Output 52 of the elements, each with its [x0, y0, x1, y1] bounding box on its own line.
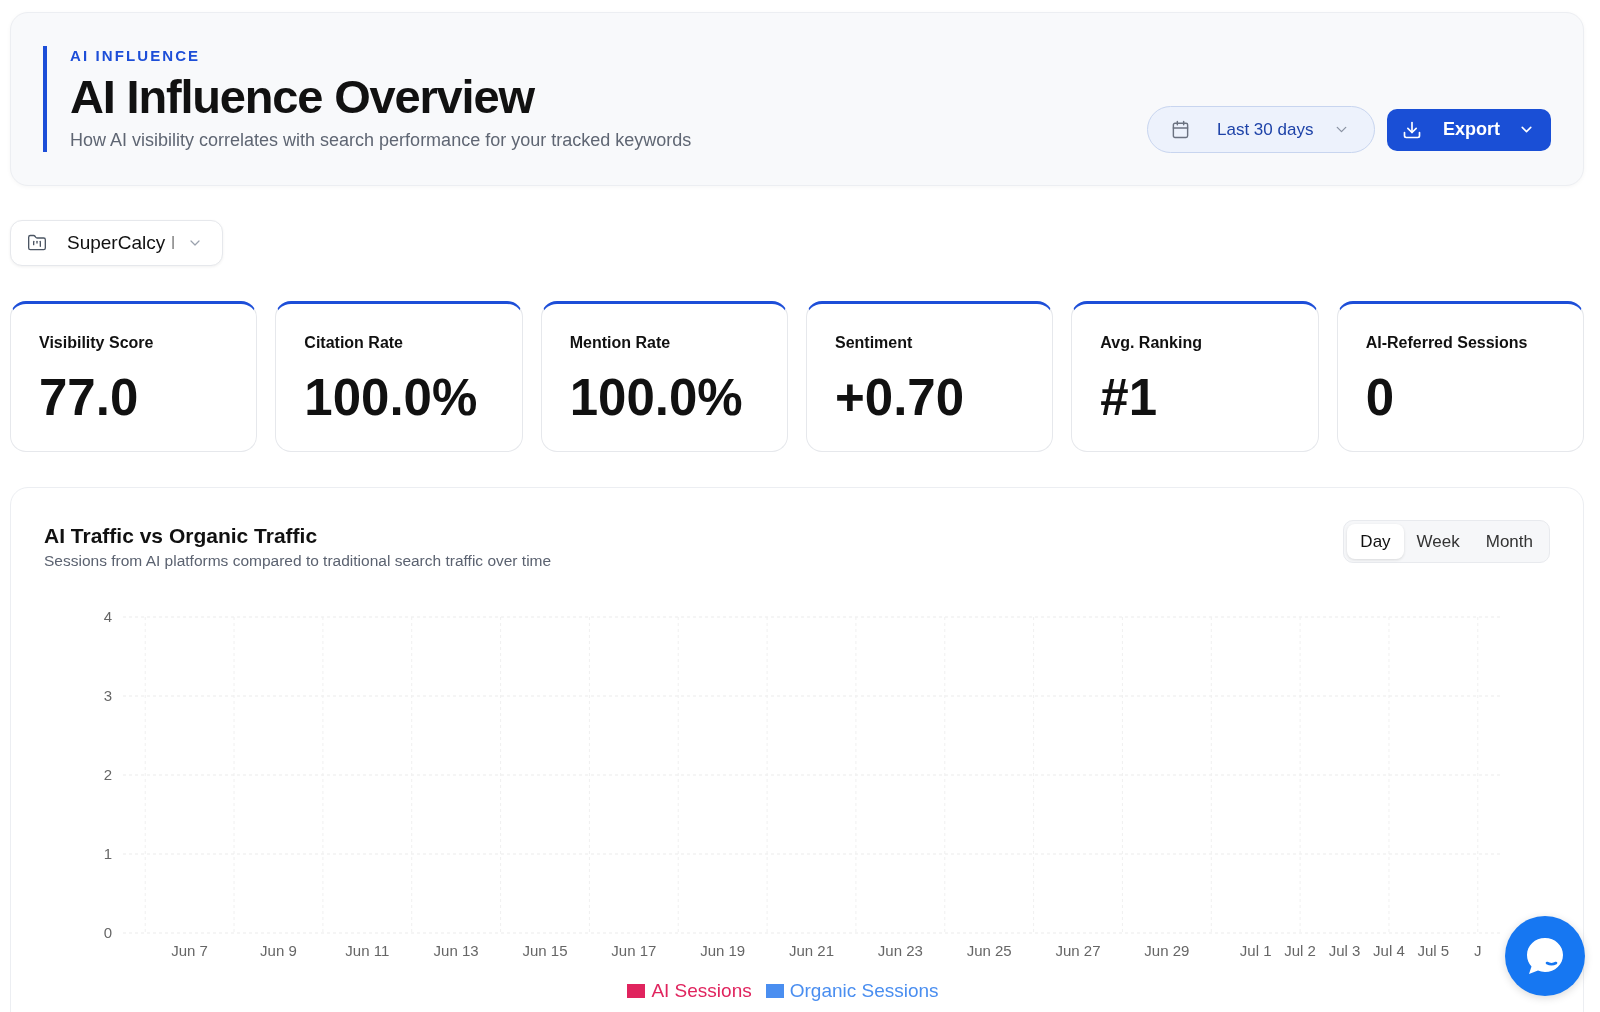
page-subtitle: How AI visibility correlates with search performance for your tracked keywords	[70, 129, 692, 152]
axis-label: 4	[103, 608, 112, 625]
axis-label: Jun 21	[789, 942, 834, 959]
metric-value: 77.0	[39, 374, 140, 422]
axis-label: Jun 15	[522, 942, 568, 959]
metric-label: Avg. Ranking	[1100, 333, 1203, 353]
axis-label: Jun 29	[1144, 942, 1190, 959]
axis-label: Jun 23	[877, 942, 923, 959]
axis-label: Jul 1	[1239, 942, 1272, 959]
axis-label: 2	[103, 766, 112, 783]
axis-label: J	[1474, 942, 1482, 959]
axis-label: Jun 17	[611, 942, 657, 959]
folder-icon	[27, 233, 47, 253]
axis-label: Jun 27	[1055, 942, 1101, 959]
axis-label: Jun 11	[345, 942, 390, 959]
granularity-tab[interactable]: Day	[1347, 524, 1404, 559]
metric-value: +0.70	[835, 374, 966, 422]
axis-label: 0	[103, 924, 112, 941]
download-icon	[1402, 119, 1422, 140]
chat-bubble-icon	[1526, 937, 1564, 975]
axis-label: Jul 5	[1417, 942, 1450, 959]
granularity-tab[interactable]: Month	[1472, 524, 1546, 559]
page-title: AI Influence Overview	[70, 73, 536, 120]
legend-label: Organic Sessions	[789, 979, 939, 1003]
metric-value: 100.0%	[569, 374, 744, 422]
metric-value: 0	[1365, 374, 1396, 422]
axis-label: Jun 13	[433, 942, 479, 959]
metric-value: #1	[1100, 374, 1159, 422]
axis-label: Jun 25	[966, 942, 1012, 959]
date-range-button[interactable]: Last 30 days	[1147, 106, 1375, 153]
metric-label: Citation Rate	[304, 333, 404, 353]
axis-label: 3	[103, 687, 112, 704]
metric-label: Sentiment	[835, 333, 914, 353]
metric-label: Visibility Score	[39, 333, 155, 353]
axis-label: Jun 7	[171, 942, 208, 959]
export-button[interactable]: Export	[1387, 108, 1551, 151]
project-selector[interactable]: SuperCalcy I	[10, 220, 223, 266]
metric-label: Mention Rate	[569, 333, 672, 353]
metric-value: 100.0%	[304, 374, 479, 422]
chart-title: AI Traffic vs Organic Traffic	[44, 523, 319, 549]
axis-label: Jun 9	[260, 942, 297, 959]
legend-label: AI Sessions	[651, 979, 752, 1003]
granularity-tab[interactable]: Week	[1403, 524, 1473, 559]
calendar-icon	[1171, 120, 1190, 139]
eyebrow-label: AI INFLUENCE	[70, 46, 202, 66]
axis-label: 1	[103, 845, 112, 862]
axis-label: Jun 19	[700, 942, 746, 959]
chart-subtitle: Sessions from AI platforms compared to traditional search traffic over time	[44, 551, 552, 571]
axis-label: Jul 2	[1284, 942, 1316, 959]
metric-label: AI-Referred Sessions	[1365, 333, 1529, 353]
axis-label: Jul 3	[1328, 942, 1361, 959]
axis-label: Jul 4	[1373, 942, 1405, 959]
